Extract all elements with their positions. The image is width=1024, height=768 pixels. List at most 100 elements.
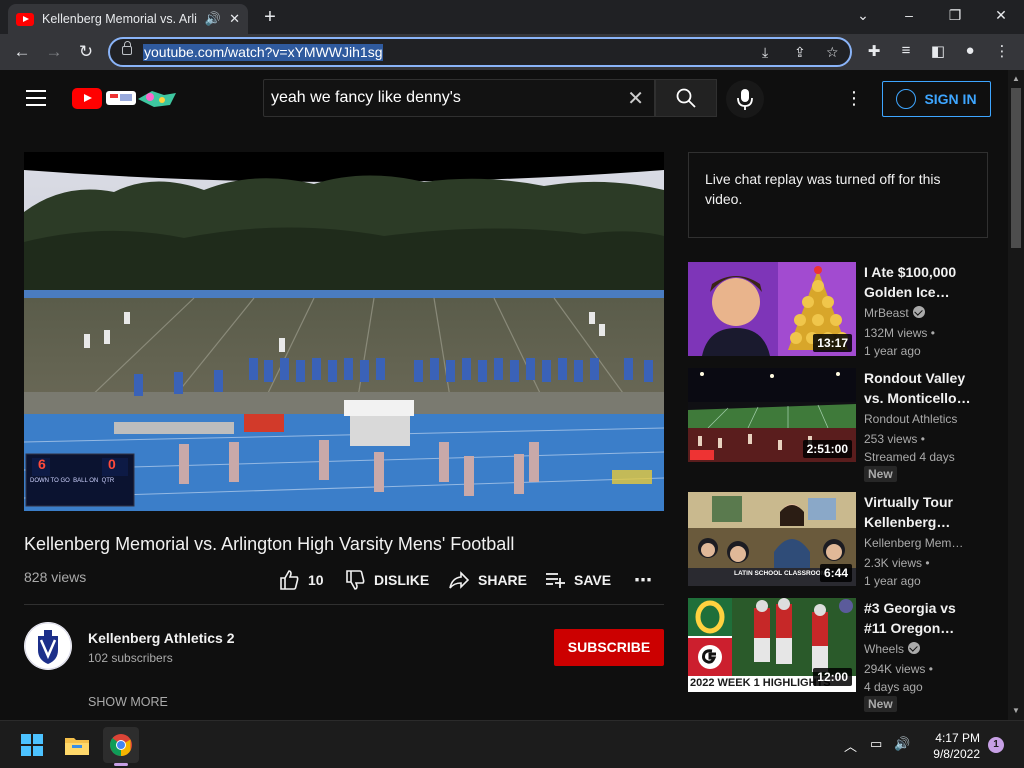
back-button[interactable]: ← xyxy=(10,40,34,64)
share-button[interactable]: SHARE xyxy=(448,569,527,591)
video-player[interactable]: 6 0 DOWN TO GO BALL ON QTR xyxy=(24,152,664,511)
scroll-down-icon[interactable]: ▼ xyxy=(1012,706,1020,715)
search-query-text[interactable]: yeah we fancy like denny's xyxy=(271,89,461,107)
related-view-count: 2.3K views • xyxy=(864,556,930,570)
related-video[interactable]: 2:51:00 Rondout Valley vs. Monticello… R… xyxy=(688,368,988,482)
browser-toolbar: ← → ↻ youtube.com/watch?v=xYMWWJih1sg ⤓ … xyxy=(0,34,1024,70)
side-panel-icon[interactable]: ◧ xyxy=(928,42,948,60)
microphone-icon xyxy=(737,89,753,110)
related-channel-name: Kellenberg Mem… xyxy=(864,536,964,550)
save-button[interactable]: SAVE xyxy=(544,569,611,591)
related-video-title[interactable]: #3 Georgia vs #11 Oregon… xyxy=(864,598,982,638)
volume-icon[interactable]: 🔊 xyxy=(894,736,910,752)
scrollbar-thumb[interactable] xyxy=(1011,88,1021,248)
dislike-button[interactable]: DISLIKE xyxy=(344,569,429,591)
channel-label: MrBeast xyxy=(864,306,909,320)
video-duration: 13:17 xyxy=(813,334,852,352)
new-tab-button[interactable]: + xyxy=(258,5,282,29)
sign-in-label: SIGN IN xyxy=(924,91,977,107)
related-channel-name: MrBeast xyxy=(864,306,925,320)
start-button[interactable] xyxy=(14,727,50,763)
scoreboard-home-score: 6 xyxy=(38,456,46,472)
tab-search-chevron-icon[interactable]: ⌄ xyxy=(849,4,877,26)
search-input[interactable]: yeah we fancy like denny's ✕ xyxy=(263,79,655,117)
related-video-title[interactable]: I Ate $100,000 Golden Ice… xyxy=(864,262,982,302)
voice-search-button[interactable] xyxy=(726,80,764,118)
youtube-logo-icon[interactable] xyxy=(72,88,102,109)
related-video[interactable]: LATIN SCHOOL CLASSROOM 6:44 Virtually To… xyxy=(688,492,988,588)
related-video-meta: 2.3K views • 1 year ago xyxy=(864,554,930,590)
settings-more-icon[interactable]: ⋮ xyxy=(844,88,864,108)
related-video[interactable]: 2022 WEEK 1 HIGHLIGHTS 12:00 #3 Georgia … xyxy=(688,598,988,712)
video-thumbnail[interactable]: 2:51:00 xyxy=(688,368,856,462)
channel-avatar[interactable] xyxy=(24,622,72,670)
related-video-meta: 294K views • 4 days ago xyxy=(864,660,933,696)
extensions-puzzle-icon[interactable]: ✚ xyxy=(864,42,884,60)
close-window-button[interactable]: ✕ xyxy=(987,4,1015,26)
related-video-title[interactable]: Rondout Valley vs. Monticello… xyxy=(864,368,982,408)
chrome-taskbar-button[interactable] xyxy=(103,727,139,766)
related-view-count: 294K views • xyxy=(864,662,933,676)
folder-icon xyxy=(65,738,89,755)
guide-menu-icon[interactable] xyxy=(26,90,46,106)
thumbs-up-icon xyxy=(280,570,299,590)
related-video-meta: 253 views • Streamed 4 days xyxy=(864,430,955,466)
restore-button[interactable]: ❐ xyxy=(941,4,969,26)
like-count: 10 xyxy=(308,572,324,588)
more-actions-icon[interactable]: ⋯ xyxy=(634,569,652,591)
file-explorer-button[interactable] xyxy=(59,727,95,763)
scoreboard-away-score: 0 xyxy=(108,456,116,472)
related-video-title[interactable]: Virtually Tour Kellenberg… xyxy=(864,492,982,532)
thumbnail-caption: 2022 WEEK 1 HIGHLIGHTS xyxy=(690,677,831,689)
share-page-icon[interactable]: ⇪ xyxy=(794,44,806,61)
scroll-up-icon[interactable]: ▲ xyxy=(1012,74,1020,83)
windows-taskbar: ︿ ▭ 🔊 4:17 PM 9/8/2022 1 xyxy=(0,720,1024,768)
install-app-icon[interactable]: ⤓ xyxy=(762,44,768,61)
youtube-doodle-logo[interactable] xyxy=(104,85,178,111)
media-controls-icon[interactable]: ≡ xyxy=(896,42,916,59)
system-clock[interactable]: 4:17 PM 9/8/2022 xyxy=(926,730,980,762)
related-channel-name: Rondout Athletics xyxy=(864,412,958,426)
minimize-button[interactable]: – xyxy=(895,4,923,26)
verified-badge-icon xyxy=(908,642,921,654)
like-button[interactable]: 10 xyxy=(278,569,324,591)
search-button[interactable] xyxy=(655,79,717,117)
reload-button[interactable]: ↻ xyxy=(74,40,98,64)
video-frame xyxy=(24,152,664,511)
network-icon[interactable]: ▭ xyxy=(870,736,882,752)
windows-logo-icon xyxy=(21,734,43,756)
video-duration: 12:00 xyxy=(813,668,852,686)
tab-title: Kellenberg Memorial vs. Arlin xyxy=(42,12,197,26)
account-circle-icon xyxy=(896,89,917,109)
tab-close-icon[interactable]: ✕ xyxy=(229,11,240,27)
dislike-label: DISLIKE xyxy=(374,572,430,588)
share-label: SHARE xyxy=(478,572,528,588)
bookmark-star-icon[interactable]: ☆ xyxy=(826,44,839,61)
show-more-button[interactable]: SHOW MORE xyxy=(88,695,168,709)
subscribe-button[interactable]: SUBSCRIBE xyxy=(554,629,664,666)
video-thumbnail[interactable]: 13:17 xyxy=(688,262,856,356)
browser-tab[interactable]: Kellenberg Memorial vs. Arlin 🔊 ✕ xyxy=(8,4,248,34)
clear-search-icon[interactable]: ✕ xyxy=(627,86,644,111)
address-bar[interactable]: youtube.com/watch?v=xYMWWJih1sg ⤓ ⇪ ☆ xyxy=(108,37,852,67)
related-video[interactable]: 13:17 I Ate $100,000 Golden Ice… MrBeast… xyxy=(688,262,988,358)
related-upload-age: 1 year ago xyxy=(864,344,921,358)
live-chat-panel: Live chat replay was turned off for this… xyxy=(688,152,988,238)
page-scrollbar[interactable]: ▲ ▼ xyxy=(1008,70,1024,720)
url-text[interactable]: youtube.com/watch?v=xYMWWJih1sg xyxy=(143,44,384,61)
speaker-icon[interactable]: 🔊 xyxy=(205,11,221,27)
channel-name[interactable]: Kellenberg Athletics 2 xyxy=(88,630,235,646)
lock-icon[interactable] xyxy=(122,41,132,55)
related-view-count: 132M views • xyxy=(864,326,935,340)
profile-icon[interactable]: ● xyxy=(960,42,980,59)
show-hidden-icons-chevron-icon[interactable]: ︿ xyxy=(844,736,857,755)
notification-badge[interactable]: 1 xyxy=(988,737,1004,753)
video-thumbnail[interactable]: LATIN SCHOOL CLASSROOM 6:44 xyxy=(688,492,856,586)
chrome-menu-icon[interactable]: ⋮ xyxy=(992,42,1012,60)
scoreboard-labels: DOWN TO GO BALL ON QTR xyxy=(30,478,115,484)
video-thumbnail[interactable]: 2022 WEEK 1 HIGHLIGHTS 12:00 xyxy=(688,598,856,692)
related-view-count: 253 views • xyxy=(864,432,925,446)
forward-button[interactable]: → xyxy=(42,40,66,64)
sign-in-button[interactable]: SIGN IN xyxy=(882,81,991,117)
related-upload-age: Streamed 4 days xyxy=(864,450,955,464)
